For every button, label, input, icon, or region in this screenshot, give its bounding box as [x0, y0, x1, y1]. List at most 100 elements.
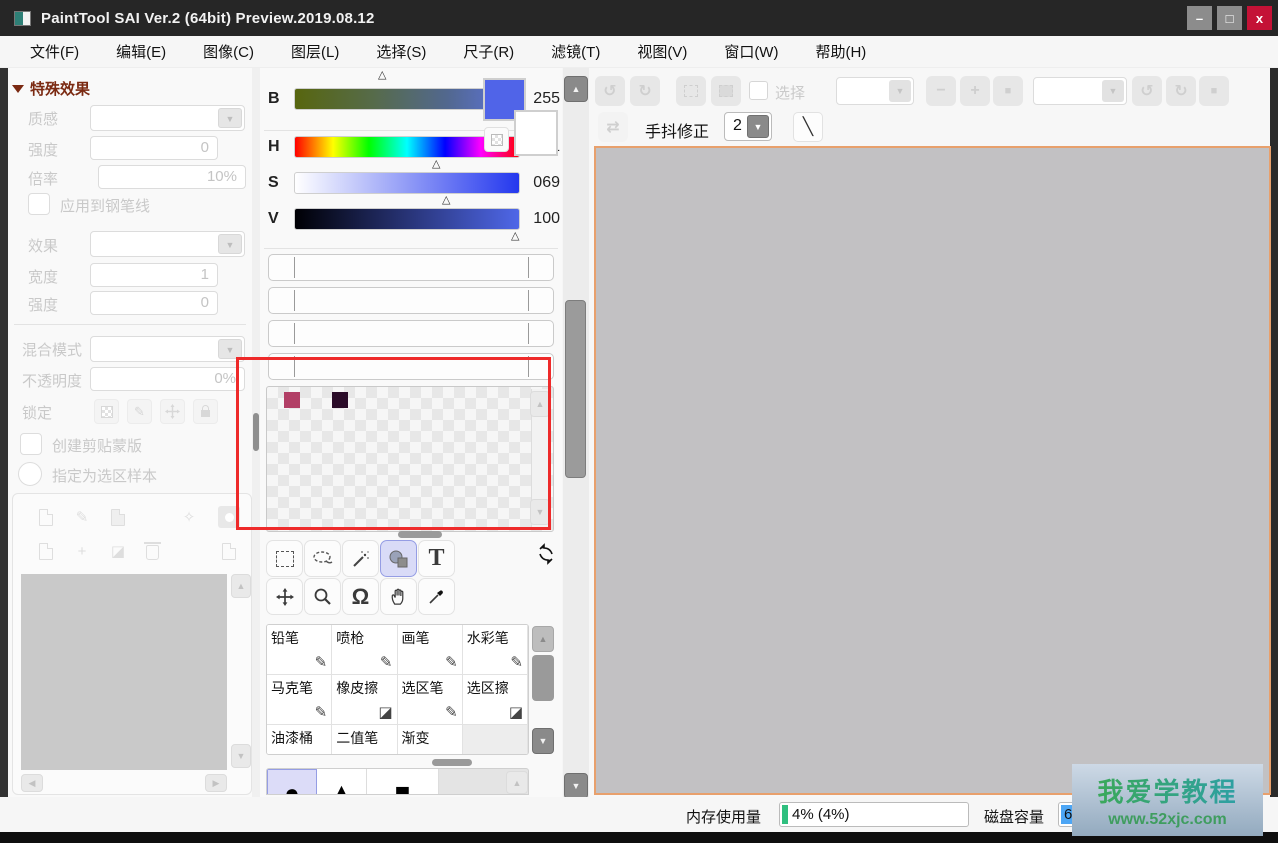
- layers-list[interactable]: [21, 574, 227, 770]
- line-mode-button[interactable]: ╲: [793, 112, 823, 142]
- brush-airbrush[interactable]: 喷枪✎: [332, 625, 397, 675]
- transparent-color-button[interactable]: [484, 127, 509, 152]
- canvas[interactable]: [594, 146, 1271, 795]
- chevron-down-icon[interactable]: ▼: [747, 115, 769, 138]
- panel-resize-handle[interactable]: [432, 759, 472, 766]
- layers-scroll-up-button[interactable]: ▲: [231, 574, 251, 598]
- slider-marker-icon[interactable]: △: [511, 229, 519, 242]
- new-folder-button[interactable]: [107, 506, 129, 528]
- scroll-up-button[interactable]: ▲: [564, 76, 588, 102]
- slider-marker-icon[interactable]: △: [442, 193, 450, 206]
- shape-tool-selected[interactable]: [380, 540, 417, 577]
- brush-selection-eraser[interactable]: 选区擦◪: [463, 675, 528, 725]
- rect-select-tool[interactable]: [266, 540, 303, 577]
- selection-dropdown[interactable]: ▼: [836, 77, 914, 105]
- chevron-down-icon[interactable]: ▼: [218, 234, 242, 254]
- layers-scroll-right-button[interactable]: ▶: [205, 774, 227, 792]
- rotate-cw-button[interactable]: ↻: [1166, 76, 1196, 106]
- custom-slider-2[interactable]: [268, 287, 554, 314]
- text-tool[interactable]: T: [418, 540, 455, 577]
- delete-layer-button[interactable]: [141, 540, 163, 562]
- hand-tool[interactable]: [380, 578, 417, 615]
- magic-wand-tool[interactable]: [342, 540, 379, 577]
- shrink-selection-button[interactable]: −: [926, 76, 956, 106]
- selection-stop-button[interactable]: ■: [993, 76, 1023, 106]
- chevron-down-icon[interactable]: ▼: [889, 80, 911, 102]
- ratio-input[interactable]: 10%: [98, 165, 246, 189]
- lock-position-button[interactable]: [160, 399, 185, 424]
- brush-scroll-thumb[interactable]: [532, 655, 554, 701]
- chevron-down-icon[interactable]: ▼: [218, 108, 242, 128]
- scrollbar-thumb[interactable]: [565, 300, 586, 478]
- selection-checkbox[interactable]: [749, 81, 768, 100]
- clipping-mask-checkbox[interactable]: [20, 433, 42, 455]
- brush-grid-scrollbar[interactable]: ▲ ▼: [532, 626, 554, 754]
- lasso-tool[interactable]: [304, 540, 341, 577]
- opacity-input[interactable]: 0%: [90, 367, 245, 391]
- minimize-button[interactable]: –: [1187, 6, 1212, 30]
- view-zoom-dropdown[interactable]: ▼: [1033, 77, 1127, 105]
- menu-help[interactable]: 帮助(H): [815, 41, 866, 62]
- menu-layer[interactable]: 图层(L): [291, 41, 339, 62]
- brush-shape-triangle[interactable]: ▲: [317, 769, 367, 795]
- brush-scroll-down-button[interactable]: ▼: [532, 728, 554, 754]
- slider-s-bar[interactable]: [294, 172, 520, 194]
- effect-width-input[interactable]: 1: [90, 263, 218, 287]
- stabilizer-dropdown[interactable]: 2▼: [724, 112, 772, 141]
- brush-shape-square[interactable]: ■: [367, 769, 439, 795]
- menu-filter[interactable]: 滤镜(T): [551, 41, 600, 62]
- perspective-ruler-button[interactable]: ✧: [178, 506, 200, 528]
- brush-shape-circle[interactable]: ●: [267, 769, 317, 795]
- menu-ruler[interactable]: 尺子(R): [463, 41, 514, 62]
- lock-transparency-button[interactable]: [94, 399, 119, 424]
- lock-all-button[interactable]: [193, 399, 218, 424]
- maximize-button[interactable]: □: [1217, 6, 1242, 30]
- scroll-down-button[interactable]: ▼: [564, 773, 588, 799]
- effect-strength-input[interactable]: 0: [90, 291, 218, 315]
- invert-selection-button[interactable]: [711, 76, 741, 106]
- middle-panel-scrollbar[interactable]: ▲ ▼: [563, 68, 589, 797]
- slider-marker-icon[interactable]: △: [378, 68, 386, 81]
- slider-marker-icon[interactable]: △: [432, 157, 440, 170]
- rotate-tool[interactable]: Ω: [342, 578, 379, 615]
- layers-scroll-down-button[interactable]: ▼: [231, 744, 251, 768]
- merge-down-button[interactable]: [35, 540, 57, 562]
- zoom-tool[interactable]: [304, 578, 341, 615]
- blend-mode-dropdown[interactable]: ▼: [90, 336, 245, 362]
- menu-image[interactable]: 图像(C): [203, 41, 254, 62]
- brush-paintbrush[interactable]: 画笔✎: [398, 625, 463, 675]
- clear-layer-button[interactable]: ◪: [107, 540, 129, 562]
- menu-edit[interactable]: 编辑(E): [116, 41, 166, 62]
- eyedropper-tool[interactable]: [418, 578, 455, 615]
- chevron-down-icon[interactable]: ▼: [218, 339, 242, 359]
- brush-bucket[interactable]: 油漆桶: [267, 725, 332, 755]
- lock-paint-button[interactable]: ✎: [127, 399, 152, 424]
- redo-button[interactable]: ↻: [630, 76, 660, 106]
- duplicate-layer-button[interactable]: +: [71, 540, 93, 562]
- secondary-color-swatch[interactable]: [514, 110, 558, 156]
- brush-selection-pen[interactable]: 选区笔✎: [398, 675, 463, 725]
- texture-dropdown[interactable]: ▼: [90, 105, 245, 131]
- reset-view-button[interactable]: ■: [1199, 76, 1229, 106]
- close-button[interactable]: x: [1247, 6, 1272, 30]
- menu-view[interactable]: 视图(V): [637, 41, 687, 62]
- brush-marker[interactable]: 马克笔✎: [267, 675, 332, 725]
- move-tool[interactable]: [266, 578, 303, 615]
- menu-window[interactable]: 窗口(W): [724, 41, 778, 62]
- apply-to-pen-checkbox[interactable]: [28, 193, 50, 215]
- expand-selection-button[interactable]: +: [960, 76, 990, 106]
- texture-strength-input[interactable]: 0: [90, 136, 218, 160]
- menu-select[interactable]: 选择(S): [376, 41, 426, 62]
- brush-scroll-up-button[interactable]: ▲: [532, 626, 554, 652]
- swap-colors-icon[interactable]: [536, 543, 556, 565]
- rotate-ccw-button[interactable]: ↺: [1132, 76, 1162, 106]
- brush-watercolor[interactable]: 水彩笔✎: [463, 625, 528, 675]
- chevron-down-icon[interactable]: ▼: [1102, 80, 1124, 102]
- special-effects-header[interactable]: 特殊效果: [12, 78, 90, 99]
- custom-slider-1[interactable]: [268, 254, 554, 281]
- brush-pencil[interactable]: 铅笔✎: [267, 625, 332, 675]
- menu-file[interactable]: 文件(F): [30, 41, 79, 62]
- new-group-button[interactable]: [218, 540, 240, 562]
- effect-dropdown[interactable]: ▼: [90, 231, 245, 257]
- brush-gradient[interactable]: 渐变: [398, 725, 463, 755]
